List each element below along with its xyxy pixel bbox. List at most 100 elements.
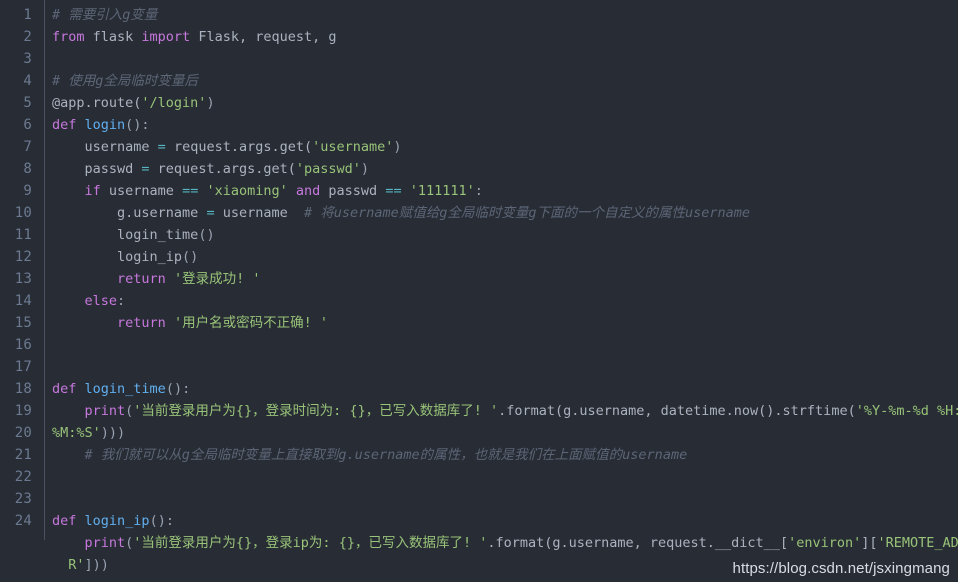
code-line[interactable]: # 我们就可以从g全局临时变量上直接取到g.username的属性，也就是我们在… xyxy=(52,444,958,466)
code-token-fn: login_time xyxy=(84,381,166,397)
code-token-id xyxy=(76,513,84,529)
code-token-op: = xyxy=(141,161,150,177)
code-token-pn: ) xyxy=(360,161,370,177)
line-number xyxy=(0,554,38,576)
line-number: 15 xyxy=(14,315,32,331)
code-line[interactable]: print('当前登录用户为{}，登录时间为: {}，已写入数据库了! '.fo… xyxy=(52,400,958,422)
code-token-str: 'environ' xyxy=(788,535,862,551)
line-number: 10 xyxy=(14,205,32,221)
code-token-op: == xyxy=(385,183,402,199)
code-line[interactable]: %M:%S'))) xyxy=(52,422,958,444)
line-number: 2 xyxy=(23,29,32,45)
code-token-id: passwd xyxy=(320,183,386,199)
line-number: 14 xyxy=(14,293,32,309)
code-line[interactable]: # 需要引入g变量 xyxy=(52,4,958,26)
code-token-str: '/login' xyxy=(141,95,207,111)
code-token-id: .format(g.username, request.__dict__[ xyxy=(487,535,789,551)
code-token-dec: @app.route( xyxy=(52,95,142,111)
line-number: 21 xyxy=(14,447,32,463)
code-line[interactable]: login_ip() xyxy=(52,246,958,268)
code-token-id xyxy=(166,271,174,287)
code-token-id xyxy=(402,183,410,199)
code-token-str: R' xyxy=(52,557,85,573)
code-token-kw: def xyxy=(52,117,77,133)
code-line[interactable]: def login_ip(): xyxy=(52,510,958,532)
code-line[interactable]: username = request.args.get('username') xyxy=(52,136,958,158)
code-token-id: ][ xyxy=(861,535,878,551)
code-line[interactable]: def login(): xyxy=(52,114,958,136)
code-token-op: = xyxy=(157,139,166,155)
code-content[interactable]: # 需要引入g变量 from flask import Flask, reques… xyxy=(52,0,958,582)
code-line[interactable]: if username == 'xiaoming' and passwd == … xyxy=(52,180,958,202)
code-token-str: 'username' xyxy=(312,139,394,155)
code-token-id: .format(g.username, datetime.now().strft… xyxy=(498,403,856,419)
code-line[interactable]: passwd = request.args.get('passwd') xyxy=(52,158,958,180)
code-token-id xyxy=(288,183,296,199)
code-token-kw: return xyxy=(117,271,166,287)
code-token-str: '当前登录用户为{}，登录ip为: {}，已写入数据库了! ' xyxy=(133,535,488,551)
code-token-fn: login_ip xyxy=(84,513,150,529)
code-token-id xyxy=(52,271,117,287)
code-token-cm: # 将username赋值给g全局临时变量g下面的一个自定义的属性usernam… xyxy=(303,205,751,221)
line-number: 13 xyxy=(14,271,32,287)
code-line[interactable]: # 使用g全局临时变量后 xyxy=(52,70,958,92)
code-line[interactable]: from flask import Flask, request, g xyxy=(52,26,958,48)
code-line[interactable]: else: xyxy=(52,290,958,312)
code-token-str: '用户名或密码不正确! ' xyxy=(173,315,328,331)
code-token-str: '当前登录用户为{}，登录时间为: {}，已写入数据库了! ' xyxy=(133,403,499,419)
code-token-str: %M:%S' xyxy=(52,425,101,441)
code-token-kw: if xyxy=(84,183,101,199)
code-token-pn: () xyxy=(182,249,199,265)
code-token-str: '111111' xyxy=(409,183,475,199)
code-line[interactable]: def login_time(): xyxy=(52,378,958,400)
code-token-id xyxy=(52,315,117,331)
line-number: 12 xyxy=(14,249,32,265)
code-token-str: 'passwd' xyxy=(295,161,361,177)
line-number: 3 xyxy=(23,51,32,67)
code-token-cm: # 需要引入g变量 xyxy=(52,7,158,23)
code-token-kw: else xyxy=(84,293,118,309)
code-token-id: login_ip xyxy=(52,249,183,265)
code-token-str: 'xiaoming' xyxy=(206,183,288,199)
code-line[interactable] xyxy=(52,356,958,378)
code-line[interactable]: print('当前登录用户为{}，登录ip为: {}，已写入数据库了! '.fo… xyxy=(52,532,958,554)
code-line[interactable]: g.username = username # 将username赋值给g全局临… xyxy=(52,202,958,224)
code-token-pn: () xyxy=(198,227,215,243)
code-token-cm: # 我们就可以从g全局临时变量上直接取到g.username的属性，也就是我们在… xyxy=(84,447,688,463)
code-line[interactable]: return '用户名或密码不正确! ' xyxy=(52,312,958,334)
line-number xyxy=(0,532,38,554)
line-number: 19 xyxy=(14,403,32,419)
code-line[interactable]: return '登录成功! ' xyxy=(52,268,958,290)
code-token-id: request.args.get( xyxy=(149,161,296,177)
code-line[interactable] xyxy=(52,48,958,70)
code-line[interactable]: @app.route('/login') xyxy=(52,92,958,114)
code-token-id xyxy=(166,315,174,331)
code-screenshot: 1 2 3 4 5 6 7 8 9 10 11 12 13 14 15 16 17 18 19 20 21 22 23 24 … xyxy=(0,0,958,582)
code-token-kw: and xyxy=(295,183,321,199)
code-token-str: 'REMOTE_ADD xyxy=(877,535,958,551)
code-line[interactable]: login_time() xyxy=(52,224,958,246)
watermark-url: https://blog.csdn.net/jsxingmang xyxy=(732,560,950,577)
code-token-pn: : xyxy=(474,183,483,199)
code-token-id: username xyxy=(214,205,304,221)
line-number: 6 xyxy=(23,117,32,133)
line-number: 11 xyxy=(14,227,32,243)
code-line[interactable] xyxy=(52,334,958,356)
code-token-id xyxy=(52,293,85,309)
line-number: 17 xyxy=(14,359,32,375)
code-token-pn: (): xyxy=(125,117,150,133)
code-token-id xyxy=(76,117,84,133)
code-token-id xyxy=(52,403,85,419)
line-number: 8 xyxy=(23,161,32,177)
code-token-kw: return xyxy=(117,315,166,331)
code-token-str: '登录成功! ' xyxy=(173,271,261,287)
code-token-kw: def xyxy=(52,513,77,529)
code-line[interactable] xyxy=(52,488,958,510)
code-token-kw: print xyxy=(84,535,126,551)
code-token-pn: (): xyxy=(149,513,174,529)
code-token-id: passwd xyxy=(52,161,142,177)
code-token-op: = xyxy=(206,205,215,221)
code-token-id: request.args.get( xyxy=(165,139,313,155)
code-token-id xyxy=(52,447,85,463)
code-line[interactable] xyxy=(52,466,958,488)
